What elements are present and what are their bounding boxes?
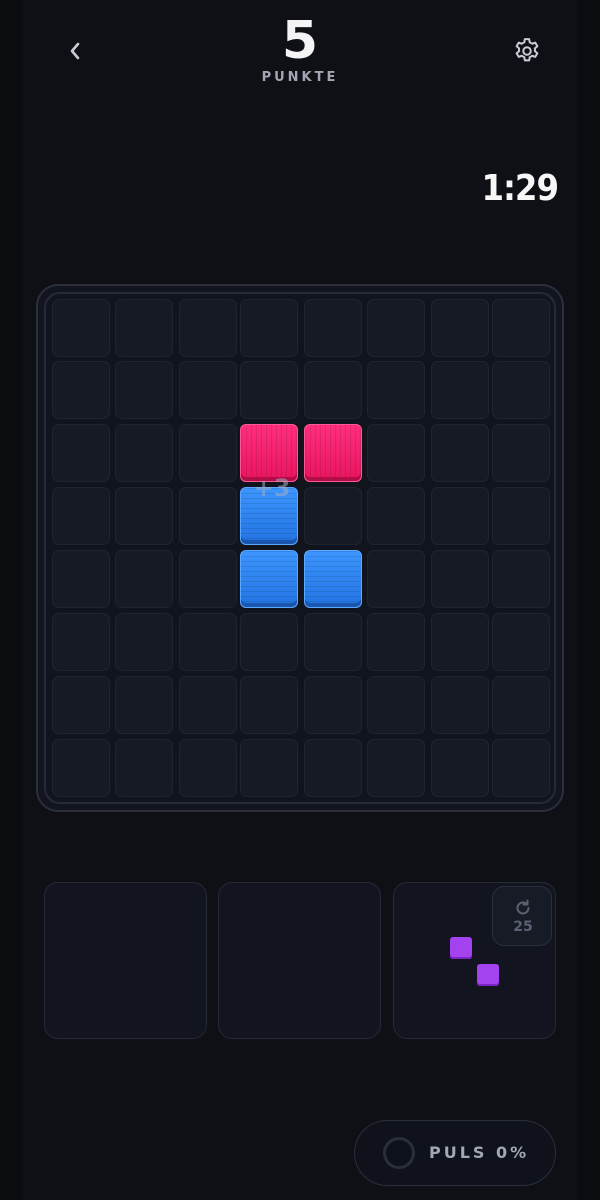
board-cell[interactable] (240, 676, 298, 734)
board-cell[interactable] (492, 550, 550, 608)
board-cell[interactable] (431, 299, 489, 357)
piece-block (450, 937, 472, 959)
board-cell[interactable] (304, 361, 362, 419)
board-cell[interactable] (492, 739, 550, 797)
board-cell[interactable] (431, 550, 489, 608)
board-cell[interactable] (367, 613, 425, 671)
board-cell[interactable] (115, 739, 173, 797)
board-cell[interactable] (179, 613, 237, 671)
board-cell[interactable] (431, 676, 489, 734)
board-cell[interactable] (115, 299, 173, 357)
pulse-ring-icon (383, 1137, 415, 1169)
score-label: PUNKTE (261, 70, 339, 85)
pulse-button[interactable]: PULS 0% (354, 1120, 556, 1186)
board-cell[interactable] (367, 487, 425, 545)
board-cell[interactable] (52, 299, 110, 357)
board-cell[interactable] (179, 361, 237, 419)
rotate-button[interactable]: 25 (492, 886, 552, 946)
board-cell[interactable] (304, 676, 362, 734)
board-cell[interactable] (115, 613, 173, 671)
board-cell[interactable] (115, 487, 173, 545)
board-cell[interactable] (115, 676, 173, 734)
pulse-label: PULS 0% (429, 1143, 530, 1162)
board-cell[interactable] (115, 424, 173, 482)
board-cell[interactable] (492, 361, 550, 419)
board-cell[interactable] (240, 739, 298, 797)
board-cell[interactable] (304, 487, 362, 545)
board-cell[interactable] (431, 613, 489, 671)
score-popup: +3 (253, 474, 291, 502)
board-cell[interactable] (431, 739, 489, 797)
board-cell[interactable] (431, 424, 489, 482)
board-cell[interactable] (367, 739, 425, 797)
board-cell[interactable] (52, 424, 110, 482)
blue-block (304, 550, 362, 608)
board-cell[interactable] (52, 550, 110, 608)
board-cell[interactable] (492, 424, 550, 482)
board-cell[interactable] (52, 676, 110, 734)
board-cell[interactable] (367, 550, 425, 608)
board-cell[interactable] (52, 361, 110, 419)
piece-tray-1[interactable] (44, 882, 207, 1039)
board-cell[interactable] (179, 550, 237, 608)
board-cell[interactable] (367, 361, 425, 419)
board-cell[interactable] (240, 613, 298, 671)
board-cell[interactable] (52, 613, 110, 671)
board-cell[interactable] (431, 487, 489, 545)
board-cell[interactable] (492, 613, 550, 671)
board-cell[interactable] (240, 361, 298, 419)
board-cell[interactable] (492, 299, 550, 357)
gear-icon (515, 38, 539, 62)
piece-tray-2[interactable] (218, 882, 381, 1039)
board-cell[interactable] (179, 299, 237, 357)
board-cell[interactable] (115, 550, 173, 608)
board-cell[interactable] (179, 739, 237, 797)
board-cell[interactable] (179, 676, 237, 734)
rotate-count: 25 (513, 919, 533, 935)
board-cell[interactable] (367, 299, 425, 357)
board-cell[interactable] (240, 299, 298, 357)
board-cell[interactable] (304, 739, 362, 797)
board-cell[interactable] (492, 676, 550, 734)
board-cell[interactable] (52, 487, 110, 545)
board-cell[interactable] (304, 299, 362, 357)
piece-block (477, 964, 499, 986)
board-cell[interactable] (367, 424, 425, 482)
game-board[interactable] (44, 292, 556, 804)
blue-block (240, 550, 298, 608)
pink-block (304, 424, 362, 482)
board-cell[interactable] (367, 676, 425, 734)
settings-button[interactable] (508, 32, 546, 70)
countdown-timer: 1:29 (481, 168, 559, 209)
board-cell[interactable] (179, 424, 237, 482)
rotate-icon (516, 899, 530, 915)
board-cell[interactable] (115, 361, 173, 419)
board-cell[interactable] (304, 613, 362, 671)
board-cell[interactable] (431, 361, 489, 419)
board-cell[interactable] (179, 487, 237, 545)
board-cell[interactable] (52, 739, 110, 797)
board-cell[interactable] (492, 487, 550, 545)
